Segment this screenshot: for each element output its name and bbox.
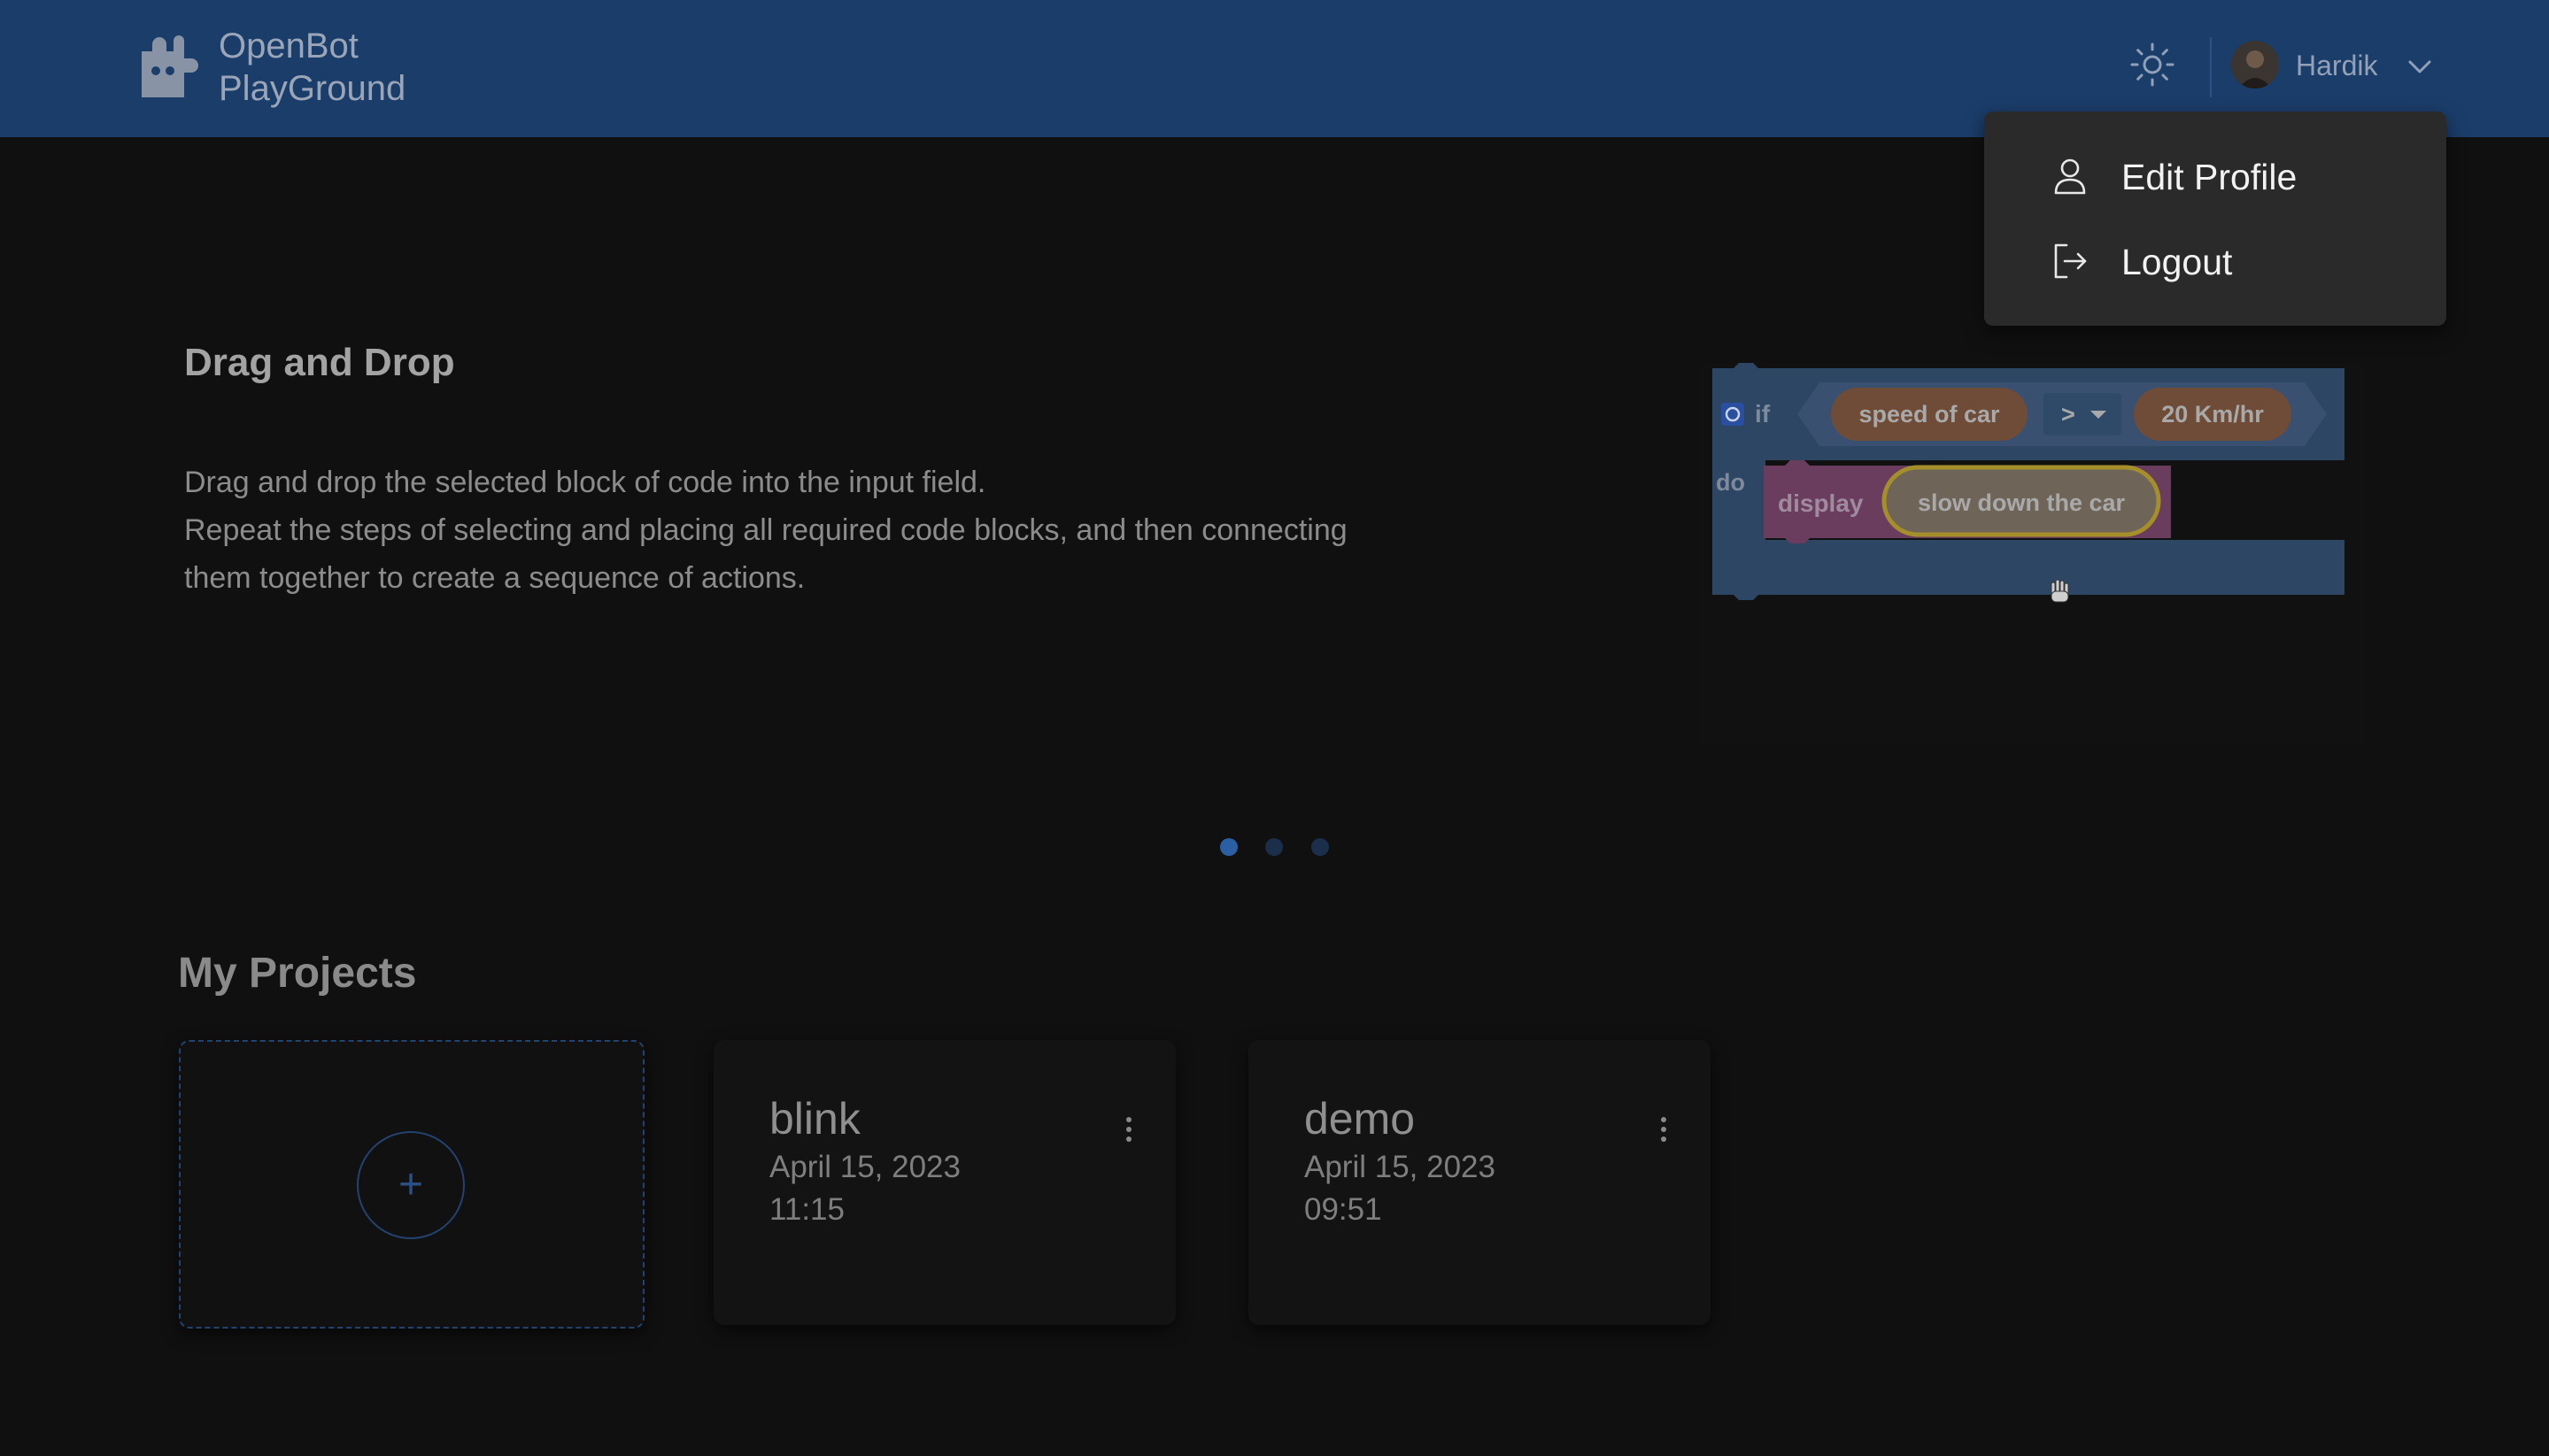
- project-card-blink[interactable]: blink April 15, 2023 11:15: [714, 1040, 1176, 1325]
- project-time: 09:51: [1304, 1192, 1382, 1227]
- slide-description-line-3: them together to create a sequence of ac…: [184, 561, 806, 595]
- code-blocks-illustration: if speed of car > 20 Km/hr do display sl…: [1700, 363, 2364, 743]
- menu-item-label: Logout: [2121, 242, 2233, 282]
- username[interactable]: Hardik: [2296, 50, 2377, 82]
- header-divider: [2210, 37, 2212, 97]
- slide-description: Drag and drop the selected block of code…: [184, 458, 1512, 602]
- do-label: do: [1716, 469, 1745, 496]
- menu-item-logout[interactable]: Logout: [1984, 225, 2446, 296]
- slide-description-line-2: Repeat the steps of selecting and placin…: [184, 513, 1348, 547]
- chevron-down-icon[interactable]: [2405, 51, 2435, 81]
- new-project-card[interactable]: +: [179, 1040, 645, 1329]
- project-name: demo: [1304, 1094, 1416, 1144]
- message-block: slow down the car: [1918, 489, 2126, 516]
- project-time: 11:15: [769, 1192, 845, 1227]
- brand-name[interactable]: OpenBot PlayGround: [219, 25, 406, 110]
- hand-cursor-icon: [2051, 579, 2069, 603]
- more-options-icon[interactable]: [1120, 1113, 1138, 1145]
- logout-icon: [2054, 243, 2087, 279]
- project-name: blink: [769, 1094, 861, 1144]
- plus-icon: +: [398, 1161, 424, 1208]
- condition-left: speed of car: [1858, 401, 2000, 428]
- carousel-dot-2[interactable]: [1265, 838, 1283, 856]
- action-label: display: [1778, 489, 1864, 517]
- slide-title: Drag and Drop: [184, 341, 455, 384]
- robot-puzzle-logo[interactable]: [133, 32, 205, 104]
- avatar-image: [2231, 41, 2279, 89]
- person-icon: [2054, 158, 2086, 195]
- menu-item-label: Edit Profile: [2121, 157, 2298, 197]
- if-label: if: [1755, 400, 1771, 428]
- project-date: April 15, 2023: [1304, 1150, 1495, 1184]
- brand-line-1: OpenBot: [219, 27, 359, 65]
- menu-item-edit-profile[interactable]: Edit Profile: [1984, 140, 2446, 211]
- slide-description-line-1: Drag and drop the selected block of code…: [184, 466, 986, 499]
- user-dropdown-menu: Edit Profile Logout: [1984, 112, 2446, 326]
- operator: >: [2061, 401, 2075, 428]
- sun-icon[interactable]: [2129, 42, 2175, 88]
- project-date: April 15, 2023: [769, 1150, 961, 1184]
- carousel-dot-3[interactable]: [1311, 838, 1329, 856]
- carousel-dot-1[interactable]: [1220, 838, 1238, 856]
- condition-right: 20 Km/hr: [2161, 401, 2264, 428]
- projects-title: My Projects: [178, 950, 417, 997]
- add-project-button[interactable]: +: [357, 1131, 465, 1239]
- avatar[interactable]: [2231, 41, 2279, 89]
- project-card-demo[interactable]: demo April 15, 2023 09:51: [1248, 1040, 1711, 1325]
- more-options-icon[interactable]: [1655, 1113, 1672, 1145]
- brand-line-2: PlayGround: [219, 69, 406, 108]
